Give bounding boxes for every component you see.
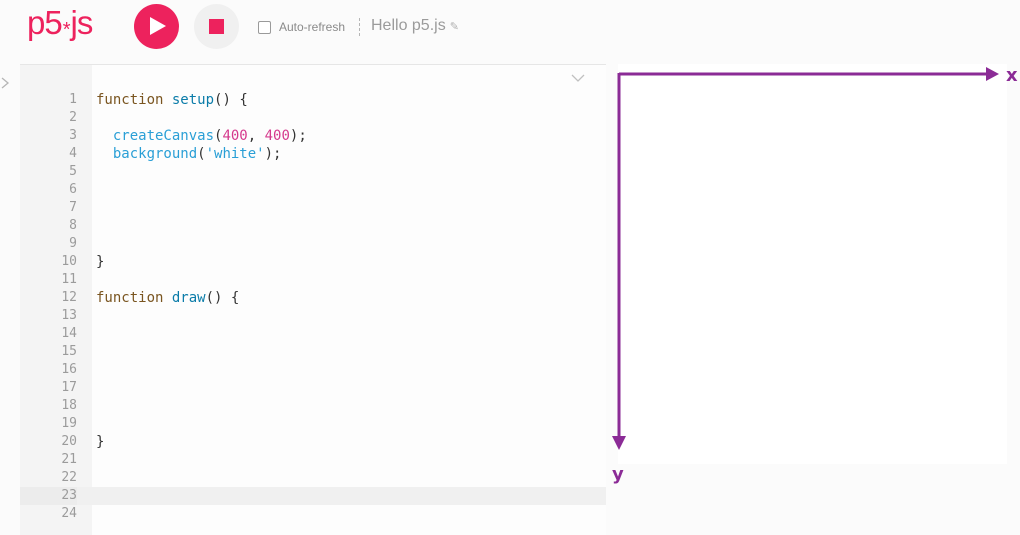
y-axis-label: y bbox=[612, 464, 624, 485]
code-line[interactable]: 20} bbox=[20, 433, 606, 451]
pencil-icon[interactable]: ✎ bbox=[450, 20, 459, 33]
axes-diagram bbox=[612, 67, 999, 450]
auto-refresh-checkbox[interactable] bbox=[258, 20, 271, 34]
code-line[interactable]: 12 function draw() { bbox=[20, 289, 606, 307]
line-number: 9 bbox=[69, 236, 77, 251]
line-number: 23 bbox=[20, 487, 77, 505]
code-line[interactable]: 18 bbox=[20, 397, 606, 415]
line-number: 7 bbox=[69, 200, 77, 215]
toolbar-divider bbox=[359, 18, 360, 36]
code-editor[interactable]: 1 function setup() {2 3 createCanvas(400, … bbox=[20, 64, 606, 535]
code-lines: 1 function setup() {2 3 createCanvas(400, … bbox=[20, 91, 606, 523]
line-number: 8 bbox=[69, 218, 77, 233]
logo-main: p5 bbox=[27, 4, 63, 41]
logo-suffix: js bbox=[70, 4, 94, 41]
line-number: 3 bbox=[69, 128, 77, 143]
code-line[interactable]: 23 bbox=[20, 487, 606, 505]
code-text[interactable]: background('white'); bbox=[96, 145, 282, 163]
code-line[interactable]: 7 bbox=[20, 199, 606, 217]
stop-icon bbox=[209, 19, 224, 34]
toolbar: p5*js Auto-refresh Hello p5.js ✎ bbox=[0, 0, 1020, 64]
chevron-down-icon[interactable] bbox=[571, 71, 585, 85]
line-number: 21 bbox=[61, 452, 77, 467]
line-number: 6 bbox=[69, 182, 77, 197]
code-line[interactable]: 9 bbox=[20, 235, 606, 253]
line-number: 19 bbox=[61, 416, 77, 431]
sketch-name[interactable]: Hello p5.js ✎ bbox=[371, 17, 459, 35]
code-text[interactable]: function setup() { bbox=[96, 91, 248, 109]
code-line[interactable]: 4 background('white'); bbox=[20, 145, 606, 163]
code-line[interactable]: 10} bbox=[20, 253, 606, 271]
code-line[interactable]: 15 bbox=[20, 343, 606, 361]
line-number: 22 bbox=[61, 470, 77, 485]
code-text[interactable]: } bbox=[96, 253, 104, 271]
code-line[interactable]: 22 bbox=[20, 469, 606, 487]
x-axis-arrowhead bbox=[986, 67, 999, 81]
line-number: 15 bbox=[61, 344, 77, 359]
line-number: 14 bbox=[61, 326, 77, 341]
code-line[interactable]: 8 bbox=[20, 217, 606, 235]
play-icon bbox=[150, 17, 166, 35]
logo-star: * bbox=[62, 19, 71, 41]
code-line[interactable]: 3 createCanvas(400, 400); bbox=[20, 127, 606, 145]
code-line[interactable]: 21 bbox=[20, 451, 606, 469]
line-number: 18 bbox=[61, 398, 77, 413]
line-number: 4 bbox=[69, 146, 77, 161]
code-line[interactable]: 24 bbox=[20, 505, 606, 523]
y-axis-arrowhead bbox=[612, 436, 626, 450]
line-number: 20 bbox=[61, 434, 77, 449]
x-axis-label: x bbox=[1006, 65, 1018, 86]
line-number: 5 bbox=[69, 164, 77, 179]
line-number: 11 bbox=[61, 272, 77, 287]
p5js-logo[interactable]: p5*js bbox=[27, 4, 94, 42]
auto-refresh-toggle[interactable]: Auto-refresh bbox=[258, 20, 345, 34]
play-button[interactable] bbox=[134, 4, 179, 49]
code-line[interactable]: 13 bbox=[20, 307, 606, 325]
stop-button[interactable] bbox=[194, 4, 239, 49]
expand-sidebar-icon[interactable] bbox=[0, 76, 12, 100]
line-number: 10 bbox=[61, 254, 77, 269]
code-line[interactable]: 14 bbox=[20, 325, 606, 343]
sketch-name-text: Hello p5.js bbox=[371, 17, 446, 34]
code-line[interactable]: 19 bbox=[20, 415, 606, 433]
preview-pane: x y bbox=[606, 64, 1020, 534]
line-number: 17 bbox=[61, 380, 77, 395]
line-number: 16 bbox=[61, 362, 77, 377]
line-number: 12 bbox=[61, 290, 77, 305]
code-text[interactable]: createCanvas(400, 400); bbox=[96, 127, 307, 145]
code-line[interactable]: 1 function setup() { bbox=[20, 91, 606, 109]
code-line[interactable]: 11 bbox=[20, 271, 606, 289]
line-number: 13 bbox=[61, 308, 77, 323]
code-line[interactable]: 6 bbox=[20, 181, 606, 199]
code-line[interactable]: 16 bbox=[20, 361, 606, 379]
auto-refresh-label: Auto-refresh bbox=[279, 20, 346, 34]
line-number: 2 bbox=[69, 110, 77, 125]
code-line[interactable]: 5 bbox=[20, 163, 606, 181]
code-text[interactable]: function draw() { bbox=[96, 289, 239, 307]
code-line[interactable]: 17 bbox=[20, 379, 606, 397]
code-text[interactable]: } bbox=[96, 433, 104, 451]
line-number: 1 bbox=[69, 92, 77, 107]
code-line[interactable]: 2 bbox=[20, 109, 606, 127]
line-number: 24 bbox=[61, 506, 77, 521]
